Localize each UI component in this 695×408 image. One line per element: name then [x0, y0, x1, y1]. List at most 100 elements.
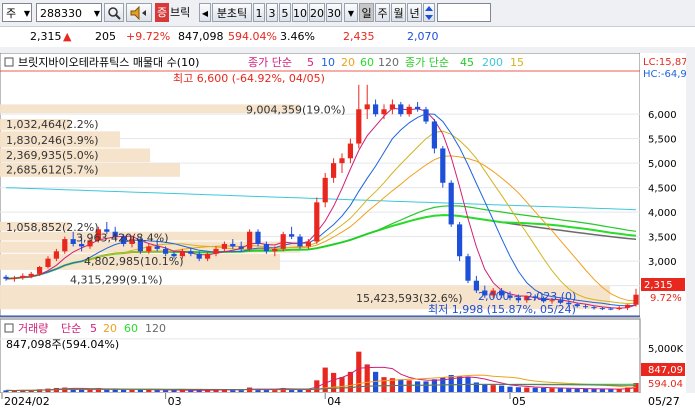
- year-button[interactable]: 년: [407, 3, 422, 22]
- price-axis-label: 3,000: [648, 257, 677, 268]
- candle-body: [263, 243, 270, 252]
- candle: [431, 119, 438, 154]
- volume-bar: [498, 385, 505, 392]
- volume-bar: [448, 375, 454, 392]
- toolbar: 주 ▼ 288330 ▼ 증 브릭 ◀ 분초틱 1 3 5 10 20 30 ▼ 일…: [0, 0, 695, 27]
- period-20[interactable]: 20: [309, 3, 325, 22]
- hc-label: HC:-64,9: [643, 69, 687, 80]
- candle-body: [204, 253, 211, 259]
- volume-ma-120: 120: [145, 322, 166, 335]
- volume-bar: [532, 387, 538, 392]
- volume-bar: [330, 372, 337, 392]
- volume-ma-60: 60: [124, 322, 138, 335]
- volume-bar: [582, 388, 589, 392]
- ma2-legend-45: 45: [460, 56, 474, 69]
- volume-profile-label: 4,802,985(10.1%): [84, 255, 184, 268]
- month-button[interactable]: 월: [391, 3, 406, 22]
- volume-value: 847,098: [178, 30, 224, 43]
- volume-bar: [608, 389, 614, 392]
- candle-body: [288, 234, 295, 237]
- speaker-button[interactable]: [126, 3, 152, 22]
- period-10[interactable]: 10: [292, 3, 308, 22]
- quote-row: 2,315 ▲ 205 +9.72% 847,098 594.04% 3.46%…: [0, 27, 695, 48]
- volume-profile-label: 4,315,299(9.1%): [70, 274, 163, 287]
- volume-bar: [574, 388, 580, 392]
- volume-profile-label: 1,830,246(3.9%): [6, 134, 99, 147]
- volume-ma-20: 20: [103, 322, 117, 335]
- candle: [465, 253, 471, 284]
- volume-bar: [129, 389, 135, 392]
- candle-body: [272, 248, 278, 252]
- minute-tick-button[interactable]: 분초틱: [212, 3, 252, 22]
- candle: [456, 221, 463, 262]
- high-price: 2,435: [343, 30, 375, 43]
- volume-legend-checkbox[interactable]: [4, 323, 14, 333]
- candle-body: [591, 307, 597, 309]
- market-select[interactable]: 주 ▼: [2, 3, 32, 22]
- price-axis-label: 4,000: [648, 208, 677, 219]
- chevron-down-icon: ▼: [93, 9, 100, 18]
- volume-profile-label: 2,369,935(5.0%): [6, 149, 99, 162]
- candle-body: [465, 256, 471, 281]
- day-button[interactable]: 일: [359, 3, 374, 22]
- candle-body: [20, 275, 26, 278]
- jeung-tag[interactable]: 증: [155, 3, 169, 22]
- candle-body: [398, 104, 404, 115]
- period-1[interactable]: 1: [253, 3, 265, 22]
- candle-body: [616, 307, 622, 310]
- volume-bar: [364, 364, 370, 392]
- volume-bar: [507, 386, 513, 392]
- volume-axis-5000k: 5,000K: [648, 344, 684, 355]
- volume-bar: [473, 382, 480, 392]
- date-label: 04: [327, 395, 341, 408]
- vscroll[interactable]: [686, 53, 695, 393]
- updown-arrows-icon: [425, 6, 433, 20]
- candle: [423, 106, 429, 124]
- date-input[interactable]: [437, 3, 491, 22]
- volume-bar: [490, 385, 496, 392]
- period-3[interactable]: 3: [266, 3, 278, 22]
- updown-arrows-button[interactable]: [423, 3, 435, 22]
- code-input[interactable]: 288330 ▼: [36, 3, 102, 22]
- volume-bar: [171, 390, 177, 392]
- period-5[interactable]: 5: [279, 3, 291, 22]
- stock-chart[interactable]: 9,004,359(19.0%) 1,032,464(2.2%) 1,830,246…: [0, 53, 695, 408]
- volume-bar: [423, 381, 429, 392]
- date-label-last: 05/27: [648, 395, 680, 408]
- collapse-button[interactable]: ◀: [199, 3, 211, 22]
- candle-body: [238, 246, 244, 249]
- price-axis-label: 3,500: [648, 233, 677, 244]
- price-tag-label: 2,315: [644, 280, 673, 291]
- candle-body: [230, 243, 236, 247]
- date-axis: [0, 393, 695, 408]
- candle-body: [255, 231, 261, 244]
- ma2-legend-label: 종가 단순: [405, 56, 449, 69]
- change-value: 205: [95, 30, 116, 43]
- ma-legend-5: 5: [307, 56, 314, 69]
- period-30[interactable]: 30: [326, 3, 342, 22]
- candle-body: [305, 241, 312, 247]
- volume-bar: [356, 351, 362, 392]
- legend-checkbox[interactable]: [4, 57, 14, 67]
- turnover-pct: 3.46%: [280, 30, 315, 43]
- chevron-down-icon: ▼: [23, 9, 30, 18]
- date-label: 05: [512, 395, 526, 408]
- volume-bar: [515, 387, 522, 392]
- volume-bar: [154, 390, 160, 392]
- search-button[interactable]: [104, 3, 124, 22]
- volume-bar: [599, 389, 606, 392]
- volume-tag-label: 847,09: [648, 365, 683, 376]
- volume-ma-label: 단순: [61, 322, 81, 335]
- week-button[interactable]: 주: [375, 3, 390, 22]
- candle-body: [624, 304, 631, 308]
- candle-body: [582, 306, 589, 308]
- brick-tag[interactable]: 브릭: [170, 3, 198, 22]
- pct-tag-label: 9.72%: [650, 293, 682, 304]
- ma-legend-120: 120: [378, 56, 399, 69]
- period-dropdown[interactable]: ▼: [344, 3, 358, 22]
- candle-body: [440, 148, 446, 183]
- candle-body: [62, 239, 68, 252]
- price-axis-label: 4,500: [648, 184, 677, 195]
- volume-bar: [549, 388, 555, 392]
- candle-body: [339, 158, 345, 164]
